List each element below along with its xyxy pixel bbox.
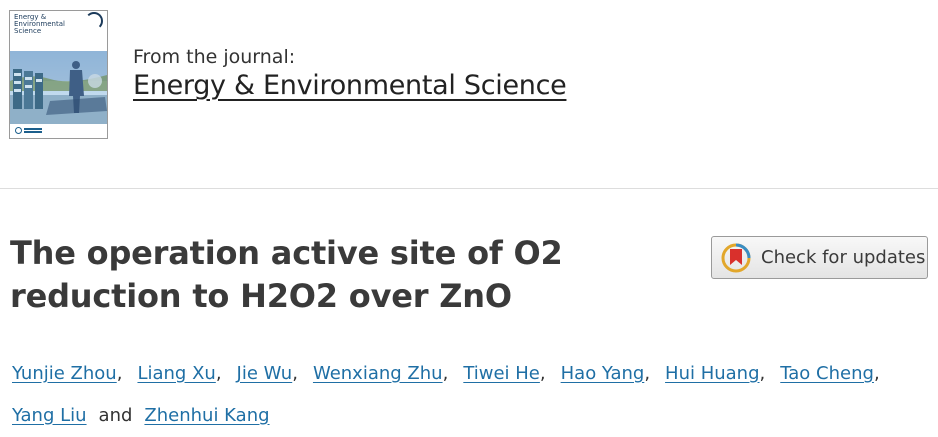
header-divider xyxy=(0,188,938,189)
cover-title: Energy & Environmental Science xyxy=(14,13,65,35)
journal-header: Energy & Environmental Science From the … xyxy=(0,0,938,188)
author-link[interactable]: Jie Wu xyxy=(237,363,293,384)
check-for-updates-button[interactable]: Check for updates xyxy=(711,236,928,279)
article-title-line-1: The operation active site of O2 xyxy=(10,234,563,272)
check-for-updates-label: Check for updates xyxy=(761,247,926,268)
cover-publisher-logo xyxy=(10,124,107,138)
cover-badge-icon xyxy=(85,12,103,30)
from-journal-label: From the journal: xyxy=(133,46,296,68)
author-separator: , xyxy=(116,363,123,384)
article-title: The operation active site of O2 reductio… xyxy=(10,232,650,318)
author-conjunction: and xyxy=(98,405,133,426)
author-link[interactable]: Zhenhui Kang xyxy=(144,405,269,426)
author-link[interactable]: Tiwei He xyxy=(463,363,540,384)
author-link[interactable]: Hui Huang xyxy=(665,363,759,384)
article-title-line-2: reduction to H2O2 over ZnO xyxy=(10,277,512,315)
journal-cover-image[interactable]: Energy & Environmental Science xyxy=(9,10,108,139)
author-link[interactable]: Tao Cheng xyxy=(780,363,874,384)
cover-artwork xyxy=(10,51,107,124)
author-link[interactable]: Hao Yang xyxy=(561,363,645,384)
author-separator: , xyxy=(644,363,651,384)
author-line-2: Yang Liu and Zhenhui Kang xyxy=(12,395,912,437)
author-link[interactable]: Wenxiang Zhu xyxy=(313,363,443,384)
author-line-1: Yunjie Zhou, Liang Xu, Jie Wu, Wenxiang Zhu… xyxy=(12,353,912,395)
author-separator: , xyxy=(215,363,222,384)
crossmark-icon xyxy=(721,243,751,273)
author-separator: , xyxy=(873,363,880,384)
author-separator: , xyxy=(759,363,766,384)
author-link[interactable]: Liang Xu xyxy=(137,363,215,384)
journal-name-link[interactable]: Energy & Environmental Science xyxy=(133,70,567,101)
author-link[interactable]: Yang Liu xyxy=(12,405,87,426)
author-list: Yunjie Zhou, Liang Xu, Jie Wu, Wenxiang Zhu… xyxy=(12,353,912,437)
author-link[interactable]: Yunjie Zhou xyxy=(12,363,117,384)
author-separator: , xyxy=(442,363,449,384)
author-separator: , xyxy=(292,363,298,384)
author-separator: , xyxy=(539,363,546,384)
